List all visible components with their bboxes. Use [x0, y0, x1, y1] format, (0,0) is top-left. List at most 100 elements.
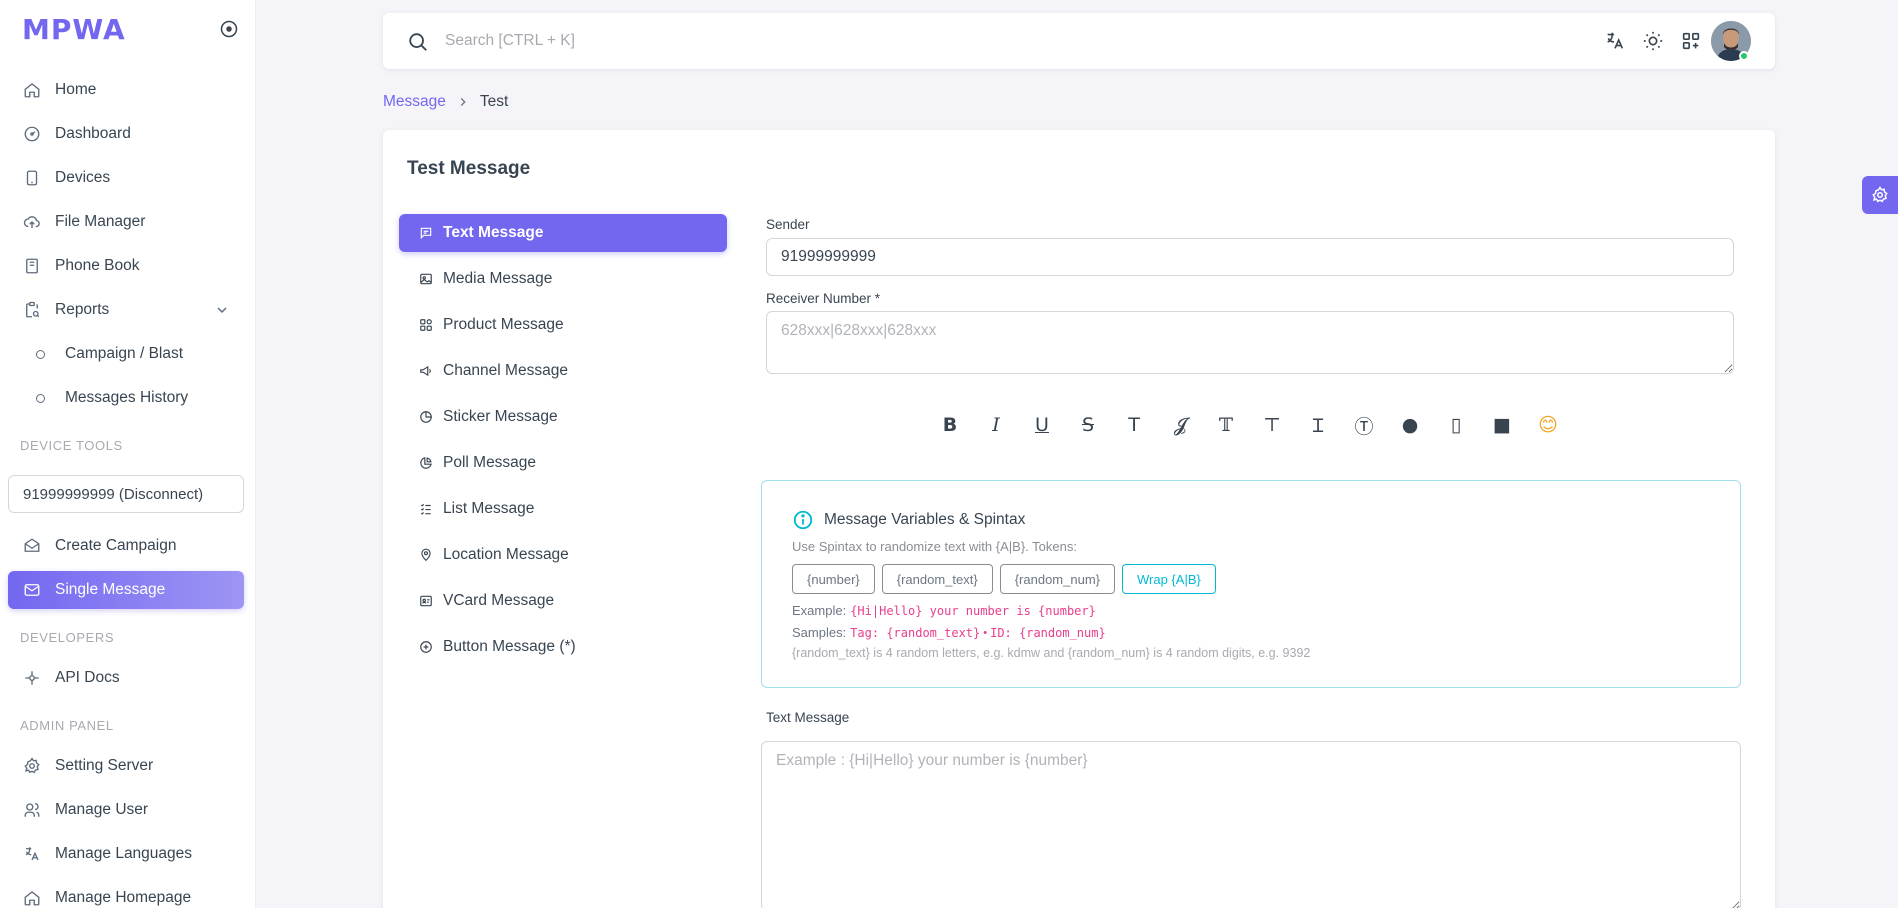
- sidebar-item-create-campaign[interactable]: Create Campaign: [8, 527, 244, 565]
- search-icon[interactable]: [407, 31, 429, 53]
- example-line: Example: {Hi|Hello} your number is {numb…: [792, 603, 1096, 618]
- sender-field[interactable]: [766, 238, 1734, 276]
- search-input[interactable]: [445, 27, 1045, 55]
- sidebar-item-label: Manage Homepage: [55, 889, 192, 906]
- tab-location-message[interactable]: Location Message: [399, 536, 727, 574]
- wrap-spintax-button[interactable]: Wrap {A|B}: [1122, 564, 1216, 594]
- sidebar-item-setting-server[interactable]: Setting Server: [8, 747, 244, 785]
- chevron-down-icon: [214, 302, 230, 318]
- sidebar-item-phone-book[interactable]: Phone Book: [8, 247, 244, 285]
- sidebar-item-label: File Manager: [55, 213, 146, 230]
- sidebar-item-single-message[interactable]: Single Message: [8, 571, 244, 609]
- tab-text-message[interactable]: Text Message: [399, 214, 727, 252]
- script-button[interactable]: 𝓙: [1161, 410, 1199, 440]
- italic-button[interactable]: I: [977, 410, 1015, 440]
- language-icon: [22, 844, 42, 864]
- section-header-device-tools: DEVICE TOOLS: [20, 438, 123, 453]
- token-number-button[interactable]: {number}: [792, 564, 875, 594]
- tab-label: List Message: [443, 500, 535, 517]
- sidebar-item-file-manager[interactable]: File Manager: [8, 203, 244, 241]
- sidebar-item-manage-homepage[interactable]: Manage Homepage: [8, 879, 244, 908]
- location-icon: [419, 548, 433, 562]
- sidebar-item-api-docs[interactable]: API Docs: [8, 659, 244, 697]
- sidebar-item-label: Create Campaign: [55, 537, 177, 554]
- info-box-description: Use Spintax to randomize text with {A|B}…: [792, 539, 1077, 554]
- text-message-field[interactable]: [761, 741, 1741, 908]
- sidebar-item-manage-user[interactable]: Manage User: [8, 791, 244, 829]
- token-random-text-button[interactable]: {random_text}: [881, 564, 993, 594]
- language-icon[interactable]: [1604, 30, 1626, 52]
- image-icon: [419, 272, 433, 286]
- home-icon: [22, 888, 42, 908]
- circled-button[interactable]: Ⓣ: [1345, 410, 1383, 440]
- info-icon: [792, 509, 814, 531]
- token-random-num-button[interactable]: {random_num}: [999, 564, 1115, 594]
- breadcrumb-current: Test: [479, 93, 509, 110]
- tab-media-message[interactable]: Media Message: [399, 260, 727, 298]
- tab-poll-message[interactable]: Poll Message: [399, 444, 727, 482]
- token-buttons: {number} {random_text} {random_num} Wrap…: [792, 564, 1223, 594]
- sender-label: Sender: [766, 217, 810, 232]
- receiver-label: Receiver Number *: [766, 291, 881, 306]
- tab-sticker-message[interactable]: Sticker Message: [399, 398, 727, 436]
- tab-label: Channel Message: [443, 362, 568, 379]
- squared-filled-button[interactable]: ■: [1483, 410, 1521, 440]
- logo-text: MPWA: [22, 12, 126, 46]
- variables-info-box: Message Variables & Spintax Use Spintax …: [761, 480, 1741, 688]
- sidebar-item-messages-history[interactable]: Messages History: [8, 379, 244, 417]
- chat-icon: [419, 226, 433, 240]
- formatting-toolbar: B I U S T 𝓙 𝕋 ⊤ Ɪ Ⓣ ● ▯ ■ 😊: [931, 410, 1575, 440]
- sidebar-item-label: Campaign / Blast: [65, 345, 184, 362]
- tab-product-message[interactable]: Product Message: [399, 306, 727, 344]
- mail-open-icon: [22, 536, 42, 556]
- squared-button[interactable]: ▯: [1437, 410, 1475, 440]
- message-card: Test Message Text Message Media Message …: [383, 130, 1775, 908]
- book-icon: [22, 256, 42, 276]
- sidebar-item-label: API Docs: [55, 669, 120, 686]
- customizer-gear-button[interactable]: [1862, 176, 1898, 214]
- sidebar-item-manage-languages[interactable]: Manage Languages: [8, 835, 244, 873]
- sample-tag-code: Tag: {random_text}: [850, 625, 981, 640]
- samples-line: Samples: Tag: {random_text} • ID: {rando…: [792, 625, 1106, 640]
- sidebar-item-label: Single Message: [55, 581, 166, 598]
- emoji-button[interactable]: 😊: [1529, 410, 1567, 440]
- small-caps-button[interactable]: Ɪ: [1299, 410, 1337, 440]
- sidebar-item-label: Devices: [55, 169, 111, 186]
- tab-label: Sticker Message: [443, 408, 558, 425]
- device-icon: [22, 168, 42, 188]
- sidebar-item-reports[interactable]: Reports: [8, 291, 244, 329]
- example-label: Example:: [792, 603, 847, 618]
- sidebar-collapse-icon[interactable]: [219, 19, 239, 39]
- underline-button[interactable]: U: [1023, 410, 1061, 440]
- tab-vcard-message[interactable]: VCard Message: [399, 582, 727, 620]
- tab-channel-message[interactable]: Channel Message: [399, 352, 727, 390]
- tab-label: VCard Message: [443, 592, 555, 609]
- tab-label: Location Message: [443, 546, 569, 563]
- receiver-number-field[interactable]: [766, 311, 1734, 374]
- tab-button-message[interactable]: Button Message (*): [399, 628, 727, 666]
- circled-filled-button[interactable]: ●: [1391, 410, 1429, 440]
- page-title: Test Message: [407, 158, 531, 179]
- tab-list-message[interactable]: List Message: [399, 490, 727, 528]
- shortcuts-grid-icon[interactable]: [1680, 30, 1702, 52]
- list-icon: [419, 502, 433, 516]
- sample-separator: •: [983, 626, 988, 639]
- double-struck-button[interactable]: 𝕋: [1207, 410, 1245, 440]
- device-select[interactable]: 91999999999 (Disconnect): [8, 475, 244, 513]
- breadcrumb-link-message[interactable]: Message: [383, 93, 446, 111]
- samples-label: Samples:: [792, 625, 847, 640]
- sidebar-item-dashboard[interactable]: Dashboard: [8, 115, 244, 153]
- app-logo[interactable]: MPWA: [22, 12, 126, 46]
- sidebar-item-campaign-blast[interactable]: Campaign / Blast: [8, 335, 244, 373]
- gear-icon: [22, 756, 42, 776]
- circle-icon: [35, 393, 45, 403]
- strikethrough-button[interactable]: S: [1069, 410, 1107, 440]
- sans-serif-button[interactable]: T: [1115, 410, 1153, 440]
- overline-button[interactable]: ⊤: [1253, 410, 1291, 440]
- report-icon: [22, 300, 42, 320]
- sun-icon[interactable]: [1642, 30, 1664, 52]
- sidebar-item-home[interactable]: Home: [8, 71, 244, 109]
- mail-icon: [22, 580, 42, 600]
- sidebar-item-devices[interactable]: Devices: [8, 159, 244, 197]
- bold-button[interactable]: B: [931, 410, 969, 440]
